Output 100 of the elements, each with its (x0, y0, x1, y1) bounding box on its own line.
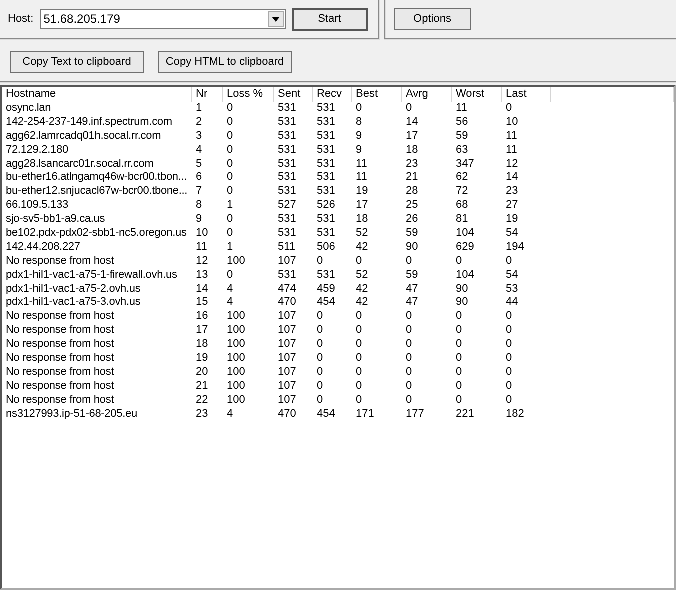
start-button[interactable]: Start (292, 8, 368, 30)
table-cell-text: 0 (455, 352, 464, 366)
host-combo-box[interactable]: 51.68.205.179 (40, 9, 286, 29)
table-cell-text: 107 (277, 352, 298, 366)
table-cell-text: 511 (277, 240, 297, 255)
table-cell-text: 474 (277, 282, 298, 296)
table-cell-text: 506 (316, 240, 336, 255)
table-cell-text: 11 (195, 240, 208, 255)
table-cell-text: 171 (355, 408, 376, 422)
table-cell-text: 454 (316, 296, 336, 310)
table-cell-text: 0 (316, 352, 324, 366)
table-cell-text: 63 (455, 144, 470, 158)
table-cell-text: 11 (355, 158, 368, 172)
table-cell-text: 42 (355, 282, 370, 296)
table-cell-text: 44 (505, 296, 520, 310)
table-cell-text: 90 (405, 240, 420, 255)
table-cell-text: 90 (455, 282, 470, 296)
table-cell-text: 7 (195, 185, 204, 200)
table-cell-text: 54 (505, 268, 520, 283)
table-cell-text: 17 (195, 324, 210, 338)
table-cell-text: 0 (226, 116, 234, 130)
table-cell-text: 107 (277, 324, 298, 338)
table-cell-text: 531 (277, 227, 298, 241)
table-cell-text: 0 (505, 102, 514, 116)
table-cell-text: 62 (455, 171, 470, 186)
table-cell-text: 100 (226, 310, 246, 324)
table-cell-text: 11 (455, 102, 468, 116)
table-cell-text: 531 (277, 102, 298, 116)
table-cell-text: 531 (316, 171, 336, 186)
table-cell-text: 142-254-237-149.inf.spectrum.com (5, 116, 174, 130)
table-cell-text: pdx1-hil1-vac1-a75-1-firewall.ovh.us (5, 268, 178, 283)
table-cell-text: 1 (226, 199, 234, 214)
table-cell-text: 107 (277, 338, 298, 352)
table-cell-text: 0 (226, 130, 234, 144)
table-cell-text: 531 (277, 158, 298, 172)
table-cell-text: 0 (455, 324, 464, 338)
table-cell-text: 10 (505, 116, 520, 130)
table-cell-text: 4 (195, 144, 204, 158)
table-cell-text: 28 (405, 185, 420, 200)
table-cell-text: 0 (316, 380, 324, 394)
table-cell-text: 17 (405, 130, 420, 144)
table-cell-text: 11 (355, 171, 368, 186)
table-cell-text: 0 (455, 366, 464, 380)
table-cell-text: 182 (505, 408, 526, 422)
table-cell-text: 531 (316, 185, 336, 200)
table-cell-text: 0 (226, 158, 234, 172)
table-cell-text: 42 (355, 240, 370, 255)
table-cell-text: osync.lan (5, 102, 52, 116)
table-cell-text: 14 (405, 116, 420, 130)
table-cell-text: 531 (277, 268, 298, 283)
table-cell-text: 531 (316, 130, 336, 144)
table-cell-text: 0 (455, 310, 464, 324)
table-cell-text: 8 (195, 199, 204, 214)
table-cell-text: 59 (405, 227, 420, 241)
table-cell-text: 27 (505, 199, 520, 214)
host-input-field[interactable]: 51.68.205.179 (40, 12, 268, 26)
table-cell-text: 16 (195, 310, 210, 324)
table-cell-text: 527 (277, 199, 298, 214)
table-cell-text: 0 (316, 324, 324, 338)
table-cell-text: 100 (226, 254, 246, 269)
table-cell-text: 19 (355, 185, 370, 200)
table-cell-text: 100 (226, 366, 246, 380)
table-cell-text: 629 (455, 240, 476, 255)
table-cell-text: 531 (316, 158, 336, 172)
table-cell-text: 1 (195, 102, 204, 116)
table-cell-text: 25 (405, 199, 420, 214)
table-cell-text: 0 (455, 380, 464, 394)
table-cell-text: pdx1-hil1-vac1-a75-3.ovh.us (5, 296, 142, 310)
table-cell-text: 0 (355, 366, 364, 380)
table-cell-text: 100 (226, 338, 246, 352)
table-cell-text: 0 (405, 338, 414, 352)
copy-html-button[interactable]: Copy HTML to clipboard (158, 51, 292, 73)
table-cell-text: 13 (195, 268, 210, 283)
table-cell-text: 459 (316, 282, 336, 296)
table-cell-text: 0 (226, 268, 234, 283)
table-cell-text: agg62.lamrcadq01h.socal.rr.com (5, 130, 162, 144)
table-cell-text: 107 (277, 310, 298, 324)
table-cell-text: 470 (277, 408, 298, 422)
table-cell-text: 20 (195, 366, 210, 380)
table-cell-text: 9 (195, 213, 204, 228)
table-cell-text: 0 (505, 254, 514, 269)
table-cell-text: 12 (195, 254, 210, 269)
table-cell-text: 47 (405, 296, 420, 310)
table-cell-text: 0 (316, 254, 324, 269)
table-cell-text: 47 (405, 282, 420, 296)
options-button[interactable]: Options (394, 8, 471, 30)
table-cell-text: 0 (316, 394, 324, 408)
table-cell-text: 0 (226, 171, 234, 186)
table-cell-text: 42 (355, 296, 370, 310)
table-cell-text: 0 (505, 324, 514, 338)
table-cell-text: 0 (505, 310, 514, 324)
table-cell-text: 142.44.208.227 (5, 240, 82, 255)
table-cell-text: ns3127993.ip-51-68-205.eu (5, 408, 138, 422)
table-cell-text: bu-ether16.atlngamq46w-bcr00.tbon... (5, 171, 188, 186)
table-cell-text: 454 (316, 408, 336, 422)
table-cell-text: 72 (455, 185, 470, 200)
table-cell-text: 72.129.2.180 (5, 144, 70, 158)
table-cell-text: 107 (277, 380, 298, 394)
copy-text-button[interactable]: Copy Text to clipboard (10, 51, 144, 73)
table-cell-text: 8 (355, 116, 364, 130)
